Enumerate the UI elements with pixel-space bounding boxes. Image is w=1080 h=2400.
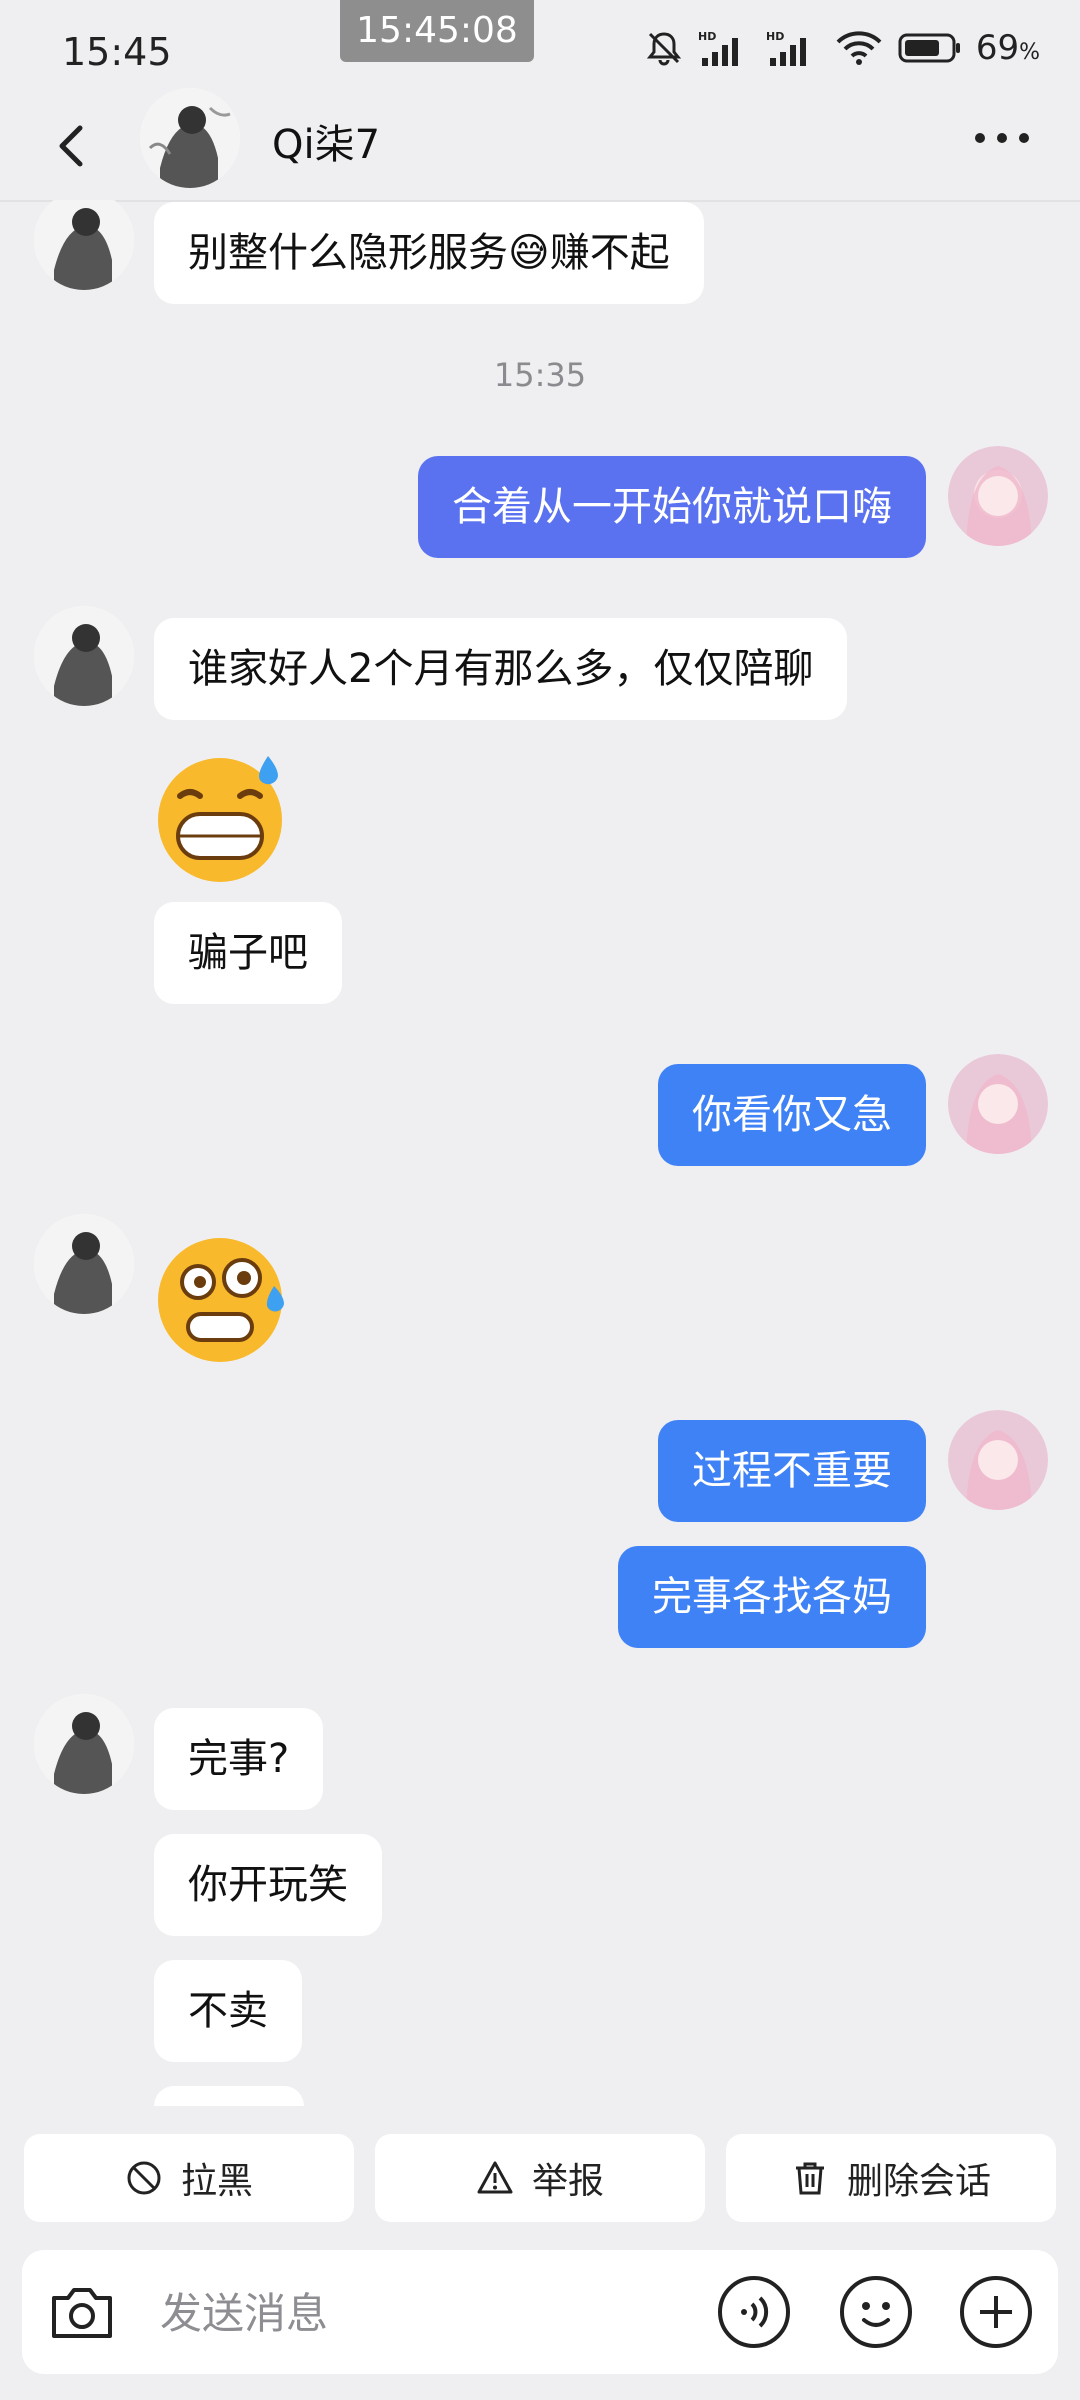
block-icon: [127, 2161, 161, 2195]
more-icon[interactable]: [970, 118, 1034, 158]
wifi-icon: [836, 31, 882, 65]
chat-messages[interactable]: 别整什么隐形服务😅赚不起 15:35 合着从一开始你就说口嗨 谁家好人2个月有那…: [0, 200, 1080, 2106]
message-timestamp: 15:35: [493, 356, 587, 394]
battery-percent: 69%: [975, 28, 1040, 68]
signal-icon: HD: [698, 30, 738, 66]
mute-icon: [646, 32, 681, 66]
battery-icon: [898, 33, 960, 63]
contact-avatar[interactable]: [140, 88, 240, 188]
emoji-icon[interactable]: [838, 2274, 914, 2350]
status-icons: HD HD 69%: [644, 28, 1040, 68]
my-avatar[interactable]: [948, 1054, 1048, 1154]
delete-conversation-button[interactable]: 删除会话: [726, 2134, 1056, 2222]
message-bubble-outgoing[interactable]: 合着从一开始你就说口嗨: [418, 456, 926, 558]
message-bubble-incoming[interactable]: 完事?: [154, 1708, 324, 1810]
block-label: 拉黑: [180, 2161, 253, 2202]
contact-avatar[interactable]: [34, 1694, 134, 1794]
plus-icon[interactable]: [958, 2274, 1034, 2350]
message-bubble-incoming-partial[interactable]: [154, 2086, 304, 2106]
svg-text:HD: HD: [766, 30, 784, 43]
status-time: 15:45: [62, 30, 172, 74]
my-avatar[interactable]: [948, 1410, 1048, 1510]
screen-clock-overlay: 15:45:08: [340, 0, 534, 62]
trash-icon: [795, 2162, 824, 2195]
report-label: 举报: [531, 2161, 604, 2202]
back-icon[interactable]: [44, 118, 100, 174]
flustered-emoji[interactable]: [150, 1226, 290, 1366]
delete-label: 删除会话: [846, 2161, 991, 2202]
svg-text:HD: HD: [698, 30, 716, 43]
signal-icon: HD: [766, 30, 806, 66]
message-bubble-incoming[interactable]: 你开玩笑: [154, 1834, 382, 1936]
message-bubble-outgoing[interactable]: 过程不重要: [658, 1420, 926, 1522]
report-button[interactable]: 举报: [375, 2134, 705, 2222]
message-bubble-incoming[interactable]: 谁家好人2个月有那么多，仅仅陪聊: [154, 618, 848, 720]
camera-icon[interactable]: [44, 2274, 120, 2350]
contact-avatar[interactable]: [34, 1214, 134, 1314]
grin-sweat-emoji[interactable]: [150, 748, 290, 888]
contact-avatar[interactable]: [34, 200, 134, 290]
my-avatar[interactable]: [948, 446, 1048, 546]
warning-icon: [477, 2161, 513, 2194]
message-bubble-incoming[interactable]: 骗子吧: [154, 902, 342, 1004]
message-bubble-outgoing[interactable]: 你看你又急: [658, 1064, 926, 1166]
message-bubble-outgoing[interactable]: 完事各找各妈: [618, 1546, 926, 1648]
voice-icon[interactable]: [716, 2274, 792, 2350]
message-bubble-incoming[interactable]: 不卖: [154, 1960, 302, 2062]
contact-name: Qi柒7: [272, 122, 381, 168]
block-button[interactable]: 拉黑: [24, 2134, 354, 2222]
message-bubble-incoming[interactable]: 别整什么隐形服务😅赚不起: [154, 202, 704, 304]
contact-avatar[interactable]: [34, 606, 134, 706]
message-input[interactable]: 发送消息: [160, 2280, 328, 2341]
